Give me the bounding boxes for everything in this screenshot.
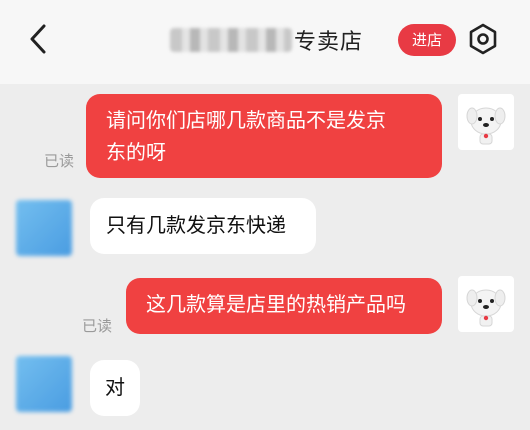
joy-dog-icon	[466, 289, 506, 327]
chevron-left-icon[interactable]	[24, 22, 54, 56]
message-bubble-incoming[interactable]: 对	[90, 360, 140, 416]
store-bot-avatar[interactable]	[458, 94, 514, 150]
message-text-line: 请问你们店哪几款商品不是发京	[106, 108, 386, 132]
message-text: 对	[105, 375, 125, 399]
chat-header: 专卖店 进店	[0, 0, 530, 84]
shop-title-group: 专卖店	[170, 22, 363, 58]
message-bubble-outgoing[interactable]: 请问你们店哪几款商品不是发京 东的呀	[86, 94, 442, 178]
message-text: 只有几款发京东快递	[106, 213, 286, 237]
message-bubble-incoming[interactable]: 只有几款发京东快递	[90, 198, 316, 254]
customer-avatar[interactable]	[16, 200, 72, 256]
blurred-shop-name	[170, 28, 292, 52]
read-status: 已读	[44, 152, 75, 170]
read-status: 已读	[82, 317, 113, 335]
customer-avatar[interactable]	[16, 356, 72, 412]
enter-store-button[interactable]: 进店	[398, 24, 456, 56]
hexagon-settings-icon[interactable]	[466, 22, 500, 56]
message-bubble-outgoing[interactable]: 这几款算是店里的热销产品吗	[126, 278, 442, 334]
joy-dog-icon	[466, 107, 506, 145]
shop-title: 专卖店	[294, 30, 364, 55]
message-text: 这几款算是店里的热销产品吗	[146, 292, 406, 316]
store-bot-avatar[interactable]	[458, 276, 514, 332]
message-text-line: 东的呀	[106, 140, 166, 164]
